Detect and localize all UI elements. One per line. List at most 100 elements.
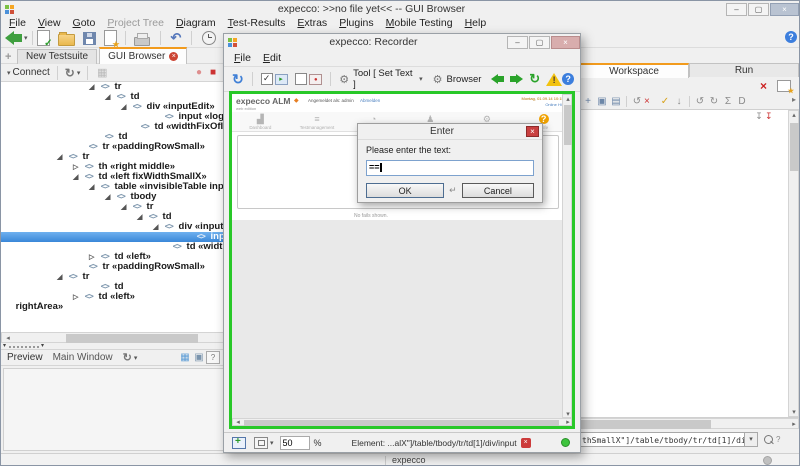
- tree-row[interactable]: rightArea»: [1, 302, 234, 312]
- step-icon[interactable]: ↧: [753, 111, 765, 122]
- cancel-button[interactable]: Cancel: [462, 183, 534, 198]
- workspace-tab[interactable]: Workspace: [579, 63, 689, 78]
- scroll-up-icon[interactable]: ▴: [563, 95, 573, 104]
- expander-icon[interactable]: ◢: [89, 83, 98, 93]
- tree-row[interactable]: ◢ <> tbody: [1, 192, 234, 202]
- preview-refresh-icon[interactable]: ↻: [123, 351, 132, 364]
- expander-icon[interactable]: ◢: [73, 173, 82, 183]
- back-dropdown-icon[interactable]: ▾: [24, 34, 28, 42]
- expander-icon[interactable]: ◢: [153, 223, 162, 233]
- maximize-button[interactable]: ▢: [748, 3, 769, 16]
- menu-item[interactable]: File: [228, 52, 257, 64]
- expander-icon[interactable]: ◢: [105, 193, 114, 203]
- alm-session-link[interactable]: Abmelden: [360, 98, 380, 103]
- open-file-icon[interactable]: [58, 34, 75, 46]
- zoom-fit-icon[interactable]: [254, 437, 268, 449]
- menu-item[interactable]: Mobile Testing: [380, 17, 459, 29]
- scroll-right-icon[interactable]: ▸: [563, 419, 573, 426]
- expander-icon[interactable]: ◢: [89, 183, 98, 193]
- mini-tool-icon[interactable]: D: [735, 96, 749, 107]
- workspace-editor[interactable]: [579, 109, 800, 418]
- pick-element-icon[interactable]: [232, 437, 246, 449]
- mini-tool-icon[interactable]: ↓: [672, 96, 686, 107]
- mini-tool-icon[interactable]: [626, 96, 627, 107]
- xpath-search-icon[interactable]: [764, 435, 773, 444]
- undo-icon[interactable]: ↶: [171, 30, 182, 46]
- mini-tool-icon[interactable]: +: [581, 96, 595, 107]
- scroll-thumb[interactable]: [66, 334, 198, 343]
- connect-button[interactable]: Connect: [13, 67, 50, 78]
- mini-tool-icon[interactable]: ▣: [595, 96, 609, 107]
- recorder-close-button[interactable]: ×: [551, 36, 580, 49]
- delete-icon[interactable]: ×: [760, 79, 767, 93]
- zoom-dropdown-icon[interactable]: ▾: [270, 439, 274, 447]
- zoom-value-input[interactable]: [280, 436, 310, 450]
- xpath-help-icon[interactable]: ?: [776, 435, 780, 444]
- mini-tool-icon[interactable]: ×: [644, 96, 658, 107]
- scroll-left-icon[interactable]: ◂: [233, 419, 243, 426]
- mini-tool-icon[interactable]: ▤: [609, 96, 623, 107]
- scroll-thumb[interactable]: [790, 123, 799, 171]
- tree-row[interactable]: <> tr «paddingRowSmall»: [1, 142, 234, 152]
- mini-tool-icon[interactable]: ✓: [658, 96, 672, 107]
- record-control-icon[interactable]: ■: [206, 67, 220, 78]
- record-checkbox-checked[interactable]: ✓: [261, 73, 273, 85]
- editor-hscrollbar[interactable]: ▸: [579, 418, 799, 429]
- close-button[interactable]: ×: [770, 3, 799, 16]
- preview-tool-icon[interactable]: ?: [206, 351, 220, 364]
- mini-tool-icon[interactable]: ↺: [630, 96, 644, 107]
- viewport-vscrollbar[interactable]: ▴ ▾: [562, 94, 572, 418]
- alm-nav-item[interactable]: ≡ Testmanagement: [294, 114, 340, 130]
- mini-tool-icon[interactable]: Σ: [721, 96, 735, 107]
- menu-item[interactable]: Plugins: [333, 17, 379, 29]
- splitter-arrow-icon[interactable]: ▾: [41, 342, 44, 349]
- print-icon[interactable]: [134, 37, 150, 46]
- xpath-field[interactable]: thSmallX"]/table/tbody/tr/td[1]/div/inpu…: [579, 432, 745, 447]
- history-tool-icon[interactable]: [202, 31, 216, 45]
- new-window-icon[interactable]: ★: [104, 30, 117, 46]
- toolbar-overflow-icon[interactable]: ▸: [792, 95, 796, 104]
- expander-icon[interactable]: ◢: [121, 103, 130, 113]
- tool-selector-button[interactable]: Tool [ Set Text ]: [353, 68, 417, 90]
- connect-dropdown-icon[interactable]: ▾: [7, 69, 11, 77]
- mini-tool-icon[interactable]: ↻: [707, 96, 721, 107]
- taskbar-app-label[interactable]: expecco: [392, 455, 426, 465]
- expander-icon[interactable]: ◢: [105, 93, 114, 103]
- tree-row[interactable]: <> tr «paddingRowSmall»: [1, 262, 234, 272]
- reload-icon[interactable]: ↻: [232, 71, 244, 88]
- tab-close-icon[interactable]: ×: [169, 52, 178, 61]
- add-tab-icon[interactable]: +: [5, 51, 11, 63]
- expander-icon[interactable]: ▷: [73, 293, 82, 303]
- menu-item[interactable]: View: [32, 17, 67, 29]
- menu-item[interactable]: Edit: [257, 52, 287, 64]
- preview-target-label[interactable]: Main Window: [53, 352, 113, 363]
- expander-icon[interactable]: ◢: [57, 273, 66, 283]
- scroll-thumb[interactable]: [244, 420, 559, 426]
- scroll-thumb[interactable]: [564, 105, 572, 145]
- new-document-icon[interactable]: ✓: [37, 30, 50, 46]
- new-sheet-icon[interactable]: ★: [777, 80, 791, 92]
- tree-row[interactable]: ◢ <> div «inputEdit»: [1, 222, 234, 232]
- expander-icon[interactable]: ◢: [57, 153, 66, 163]
- browser-button[interactable]: Browser: [447, 74, 482, 85]
- scroll-down-icon[interactable]: ▾: [789, 408, 799, 417]
- splitter-arrow-icon[interactable]: ▾: [3, 342, 6, 349]
- mini-tool-icon[interactable]: ↺: [693, 96, 707, 107]
- nav-refresh-icon[interactable]: ↻: [529, 71, 540, 87]
- tree-row[interactable]: ◢ <> table «invisibleTable inputTable»: [1, 182, 234, 192]
- nav-forward-button[interactable]: [510, 74, 523, 84]
- alm-nav-item[interactable]: ▟ Dashboard: [237, 114, 283, 130]
- nav-back-button[interactable]: [491, 74, 504, 84]
- ok-button[interactable]: OK: [366, 183, 444, 198]
- record-control-icon[interactable]: ●: [192, 67, 206, 78]
- main-tab[interactable]: GUI Browser ×: [99, 47, 187, 64]
- dom-tree[interactable]: ◢ <> tr ◢ <> td ◢ <> div «inputEdit» <> …: [1, 82, 234, 332]
- scroll-thumb[interactable]: [581, 420, 711, 429]
- refresh-dropdown-icon[interactable]: ▾: [77, 69, 81, 77]
- tree-row[interactable]: ◢ <> tr: [1, 202, 234, 212]
- expander-icon[interactable]: ◢: [121, 203, 130, 213]
- menu-item[interactable]: Help: [459, 17, 493, 29]
- recorder-maximize-button[interactable]: ▢: [529, 36, 550, 49]
- tree-row[interactable]: ◢ <> tr: [1, 82, 234, 92]
- preview-refresh-dropdown-icon[interactable]: ▾: [134, 354, 138, 362]
